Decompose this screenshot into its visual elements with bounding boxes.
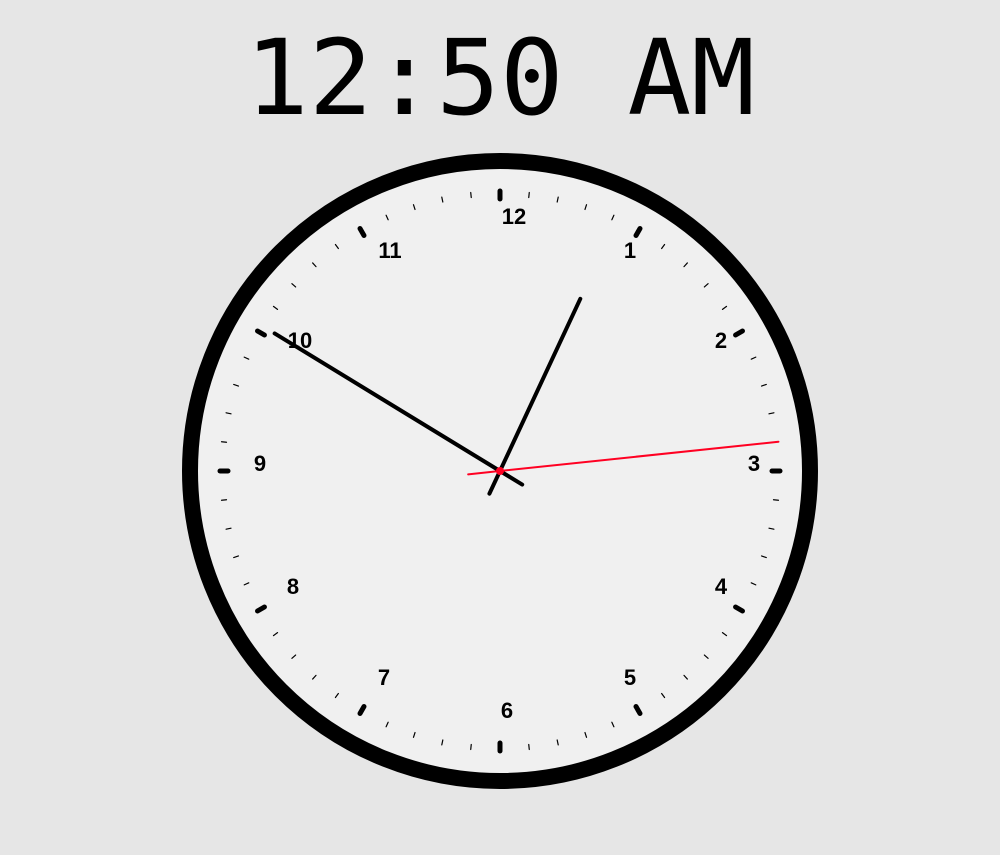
hour-tick <box>357 226 367 238</box>
center-pin <box>496 467 504 475</box>
hour-tick <box>255 604 267 614</box>
hour-tick <box>733 604 745 614</box>
numeral-1: 1 <box>624 238 636 263</box>
numeral-6: 6 <box>501 698 513 723</box>
minute-tick <box>528 743 530 751</box>
numeral-8: 8 <box>287 574 299 599</box>
hour-tick <box>255 328 267 338</box>
hour-tick <box>733 328 745 338</box>
minute-tick <box>220 441 228 443</box>
hour-tick <box>633 226 643 238</box>
numeral-5: 5 <box>624 665 636 690</box>
numeral-4: 4 <box>715 574 728 599</box>
minute-tick <box>528 191 530 199</box>
minute-tick <box>470 743 472 751</box>
hour-tick <box>357 704 367 716</box>
minute-tick <box>772 499 780 501</box>
numeral-7: 7 <box>378 665 390 690</box>
numeral-2: 2 <box>715 328 727 353</box>
minute-tick <box>470 191 472 199</box>
numeral-12: 12 <box>502 204 526 229</box>
numeral-9: 9 <box>254 451 266 476</box>
analog-clock: 12 1 2 3 4 5 6 7 8 9 10 11 <box>182 153 818 789</box>
hour-tick <box>633 704 643 716</box>
numeral-11: 11 <box>378 238 401 263</box>
minute-tick <box>220 499 228 501</box>
numeral-3: 3 <box>748 451 760 476</box>
